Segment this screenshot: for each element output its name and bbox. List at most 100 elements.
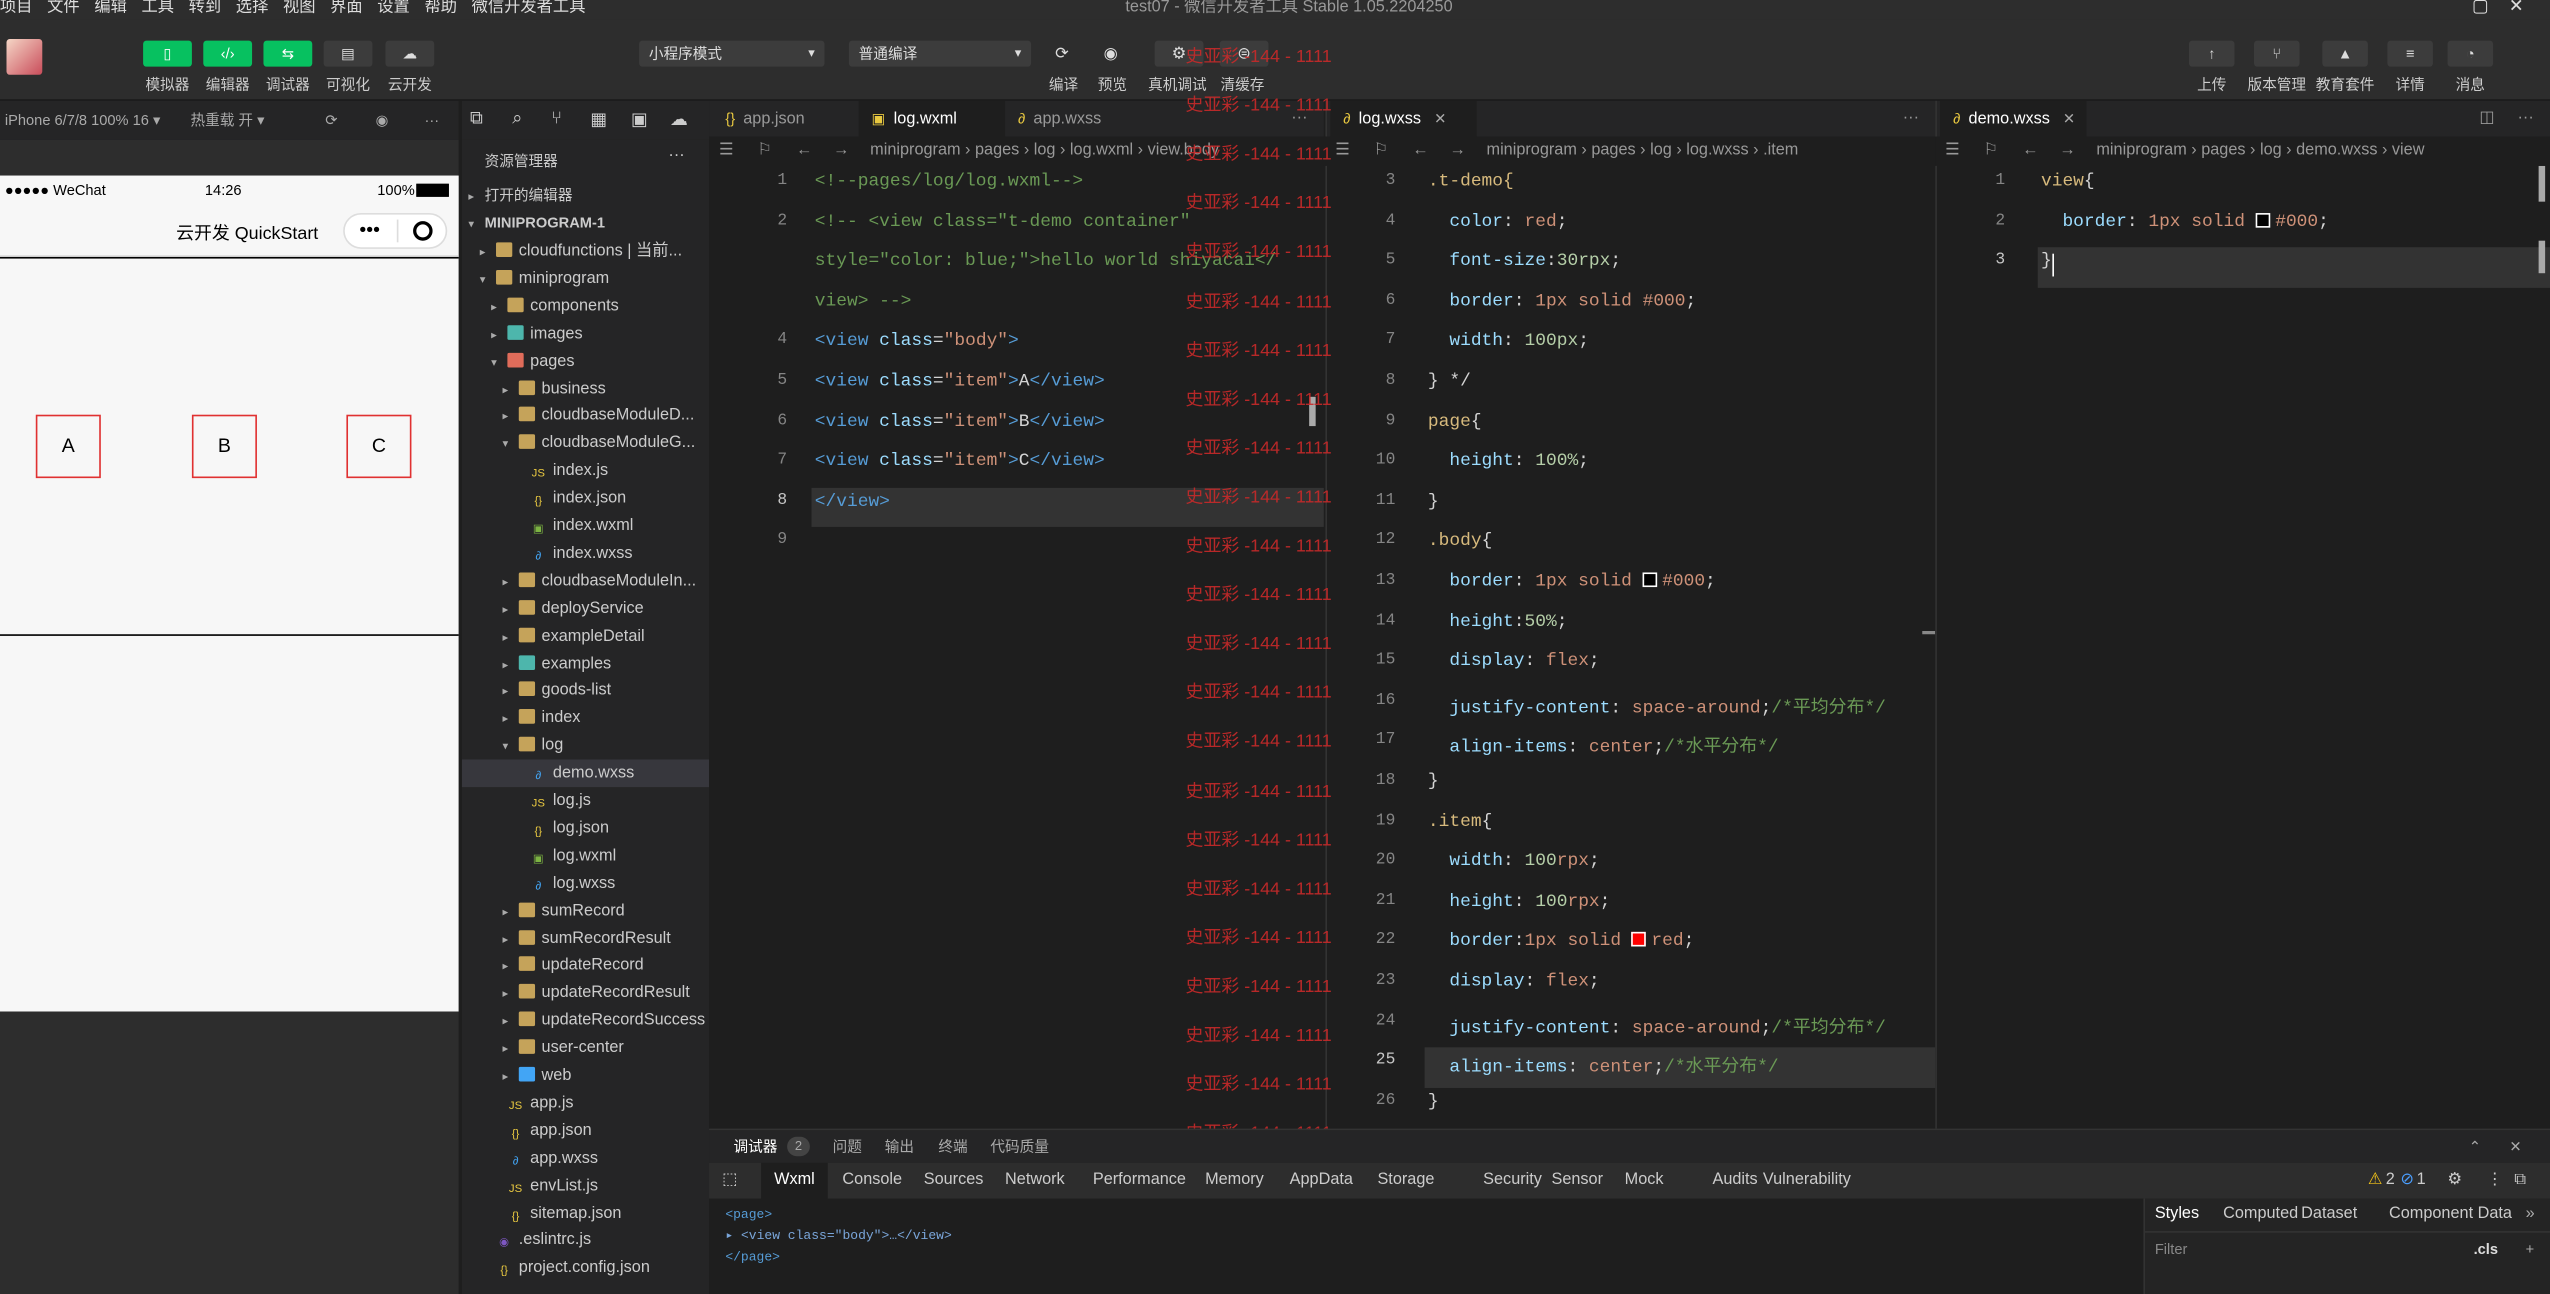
- tree-item[interactable]: ▣ log.wxml: [462, 842, 709, 870]
- tree-item[interactable]: JS envList.js: [462, 1172, 709, 1200]
- editor-tab[interactable]: {} app.json: [712, 101, 858, 137]
- tree-item[interactable]: ▸ sumRecordResult: [462, 925, 709, 953]
- menu-item[interactable]: 微信开发者工具: [472, 0, 586, 16]
- forward-icon[interactable]: →: [1449, 141, 1465, 159]
- style-tab[interactable]: Styles: [2155, 1199, 2199, 1232]
- tree-item[interactable]: ▸ sumRecord: [462, 897, 709, 925]
- devtools-tab-memory[interactable]: Memory: [1205, 1163, 1264, 1199]
- editor-tab[interactable]: ∂ log.wxss ✕: [1330, 100, 1477, 137]
- menu-item[interactable]: 项目: [0, 0, 33, 16]
- devtools-tab-network[interactable]: Network: [1005, 1163, 1065, 1199]
- tree-item[interactable]: ▸ components: [462, 292, 709, 320]
- back-icon[interactable]: ←: [1412, 141, 1428, 159]
- capsule-menu[interactable]: •••: [343, 213, 448, 249]
- devtools-tab-wxml[interactable]: Wxml: [761, 1162, 828, 1199]
- forward-icon[interactable]: →: [833, 141, 849, 159]
- tree-item[interactable]: ▾ cloudbaseModuleG...: [462, 430, 709, 458]
- tree-item[interactable]: ▸ user-center: [462, 1034, 709, 1062]
- split-editor-icon[interactable]: ◫: [2479, 101, 2494, 137]
- bookmark-icon[interactable]: ⚐: [1374, 141, 1389, 159]
- toolbar-right-btn-4[interactable]: ◔: [2447, 40, 2494, 67]
- toolbar-btn-2[interactable]: ⇆: [263, 40, 313, 67]
- editor2-code[interactable]: 3 .t-demo{4 color: red; 5 font-size:30rpx;…: [1325, 165, 1936, 1129]
- tree-item[interactable]: {} log.json: [462, 815, 709, 843]
- tree-item[interactable]: ▸ index: [462, 705, 709, 733]
- style-tab[interactable]: Computed: [2223, 1199, 2298, 1232]
- tree-item[interactable]: {} app.json: [462, 1117, 709, 1145]
- outline-icon[interactable]: ☰: [1335, 141, 1350, 159]
- editor2-breadcrumb-path[interactable]: miniprogram › pages › log › log.wxss › .…: [1487, 141, 1799, 159]
- close-panel-icon[interactable]: ✕: [2509, 1130, 2521, 1163]
- more-actions-icon[interactable]: ···: [2517, 101, 2533, 137]
- tree-item[interactable]: {} index.json: [462, 485, 709, 513]
- devtools-tab-security[interactable]: Security: [1483, 1163, 1542, 1199]
- devtools-tab-mock[interactable]: Mock: [1625, 1163, 1664, 1199]
- tree-item[interactable]: ▸ images: [462, 320, 709, 348]
- more-icon[interactable]: ⋮: [2487, 1163, 2503, 1199]
- tab-output[interactable]: 输出: [885, 1130, 914, 1163]
- menu-item[interactable]: 转到: [189, 0, 222, 16]
- tree-item[interactable]: ▸ web: [462, 1062, 709, 1090]
- outline-icon[interactable]: ☰: [1945, 141, 1960, 159]
- tree-node-page[interactable]: <page>: [725, 1205, 951, 1226]
- tree-item[interactable]: ∂ app.wxss: [462, 1144, 709, 1172]
- bookmark-icon[interactable]: ⚐: [1984, 141, 1999, 159]
- toolbar-right-btn-0[interactable]: ↑: [2188, 40, 2235, 67]
- editor3-breadcrumb-path[interactable]: miniprogram › pages › log › demo.wxss › …: [2096, 141, 2424, 159]
- tree-item[interactable]: ▸ updateRecord: [462, 952, 709, 980]
- tab-debugger[interactable]: 调试器: [733, 1130, 777, 1163]
- tree-item[interactable]: ▾ miniprogram: [462, 265, 709, 293]
- menu-item[interactable]: 文件: [47, 0, 80, 16]
- toolbar-mid-btn-1[interactable]: ◉: [1090, 41, 1132, 67]
- explorer-more-icon[interactable]: ···: [668, 146, 684, 164]
- style-tab[interactable]: Component Data: [2389, 1199, 2512, 1232]
- menu-item[interactable]: 工具: [141, 0, 174, 16]
- back-icon[interactable]: ←: [796, 141, 812, 159]
- cloud-icon[interactable]: ☁: [670, 109, 688, 131]
- tree-item[interactable]: ∂ index.wxss: [462, 540, 709, 568]
- tree-item[interactable]: ▸ updateRecordResult: [462, 980, 709, 1008]
- window-controls[interactable]: ▢ ✕: [2472, 0, 2524, 16]
- tab-terminal[interactable]: 终端: [938, 1130, 967, 1163]
- devtools-tab-sources[interactable]: Sources: [924, 1163, 984, 1199]
- more-tabs-icon[interactable]: »: [2526, 1199, 2535, 1232]
- tree-item[interactable]: ▸ cloudbaseModuleIn...: [462, 567, 709, 595]
- tree-item[interactable]: ▸ deployService: [462, 595, 709, 623]
- capsule-close-icon[interactable]: [413, 221, 433, 241]
- tree-item[interactable]: ∂ log.wxss: [462, 870, 709, 898]
- inspect-icon[interactable]: ⬚: [722, 1163, 737, 1199]
- back-icon[interactable]: ←: [2022, 141, 2038, 159]
- tree-item[interactable]: ▸ cloudbaseModuleD...: [462, 402, 709, 430]
- editor-tab[interactable]: ▣ log.wxml: [858, 100, 1006, 137]
- tab-problems[interactable]: 问题: [833, 1130, 862, 1163]
- devtools-tab-performance[interactable]: Performance: [1093, 1163, 1186, 1199]
- tree-node-body[interactable]: ▸ <view class="body">…</view>: [725, 1226, 951, 1247]
- cls-toggle[interactable]: .cls: [2474, 1233, 2498, 1266]
- close-tab-icon[interactable]: ✕: [1434, 111, 1446, 127]
- tree-item[interactable]: ▸ exampleDetail: [462, 622, 709, 650]
- toolbar-btn-1[interactable]: ‹/›: [203, 40, 253, 67]
- tree-item[interactable]: ▸ business: [462, 375, 709, 403]
- devtools-tab-vulnerability[interactable]: Vulnerability: [1763, 1163, 1851, 1199]
- devtools-tab-sensor[interactable]: Sensor: [1551, 1163, 1603, 1199]
- forward-icon[interactable]: →: [2059, 141, 2075, 159]
- tree-item[interactable]: JS log.js: [462, 787, 709, 815]
- capsule-more-icon[interactable]: •••: [359, 215, 380, 246]
- tree-item[interactable]: ▣ index.wxml: [462, 512, 709, 540]
- menu-item[interactable]: 选择: [236, 0, 269, 16]
- hotreload-toggle[interactable]: 热重载 开 ▾: [190, 112, 264, 128]
- collapse-icon[interactable]: ⌃: [2469, 1130, 2481, 1163]
- outline-icon[interactable]: ☰: [719, 141, 734, 159]
- settings-icon[interactable]: ⚙: [2448, 1163, 2463, 1199]
- menu-item[interactable]: 设置: [377, 0, 410, 16]
- project-section[interactable]: ▾ MINIPROGRAM-1: [462, 210, 709, 238]
- open-editors-section[interactable]: ▸ 打开的编辑器: [462, 182, 709, 210]
- scrollbar-thumb-2[interactable]: [2538, 240, 2546, 274]
- search-icon[interactable]: ⌕: [512, 109, 522, 130]
- tree-item[interactable]: ▾ log: [462, 732, 709, 760]
- menu-item[interactable]: 帮助: [424, 0, 457, 16]
- tab-code-quality[interactable]: 代码质量: [990, 1130, 1049, 1163]
- menu-item[interactable]: 视图: [283, 0, 316, 16]
- toolbar-right-btn-1[interactable]: ⑂: [2254, 40, 2300, 67]
- toolbar-mid-btn-0[interactable]: ⟳: [1041, 41, 1083, 67]
